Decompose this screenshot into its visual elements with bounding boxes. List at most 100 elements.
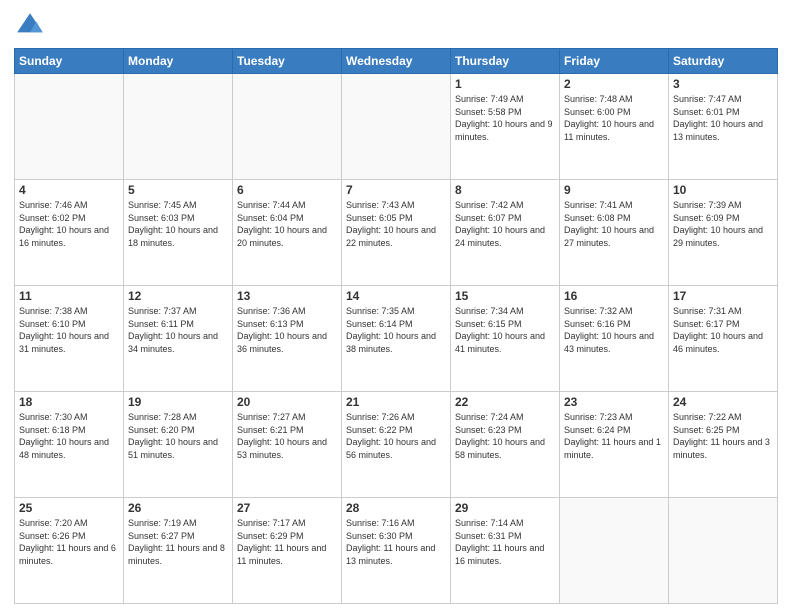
day-number: 21 — [346, 395, 446, 409]
calendar-table: SundayMondayTuesdayWednesdayThursdayFrid… — [14, 48, 778, 604]
day-info: Sunrise: 7:20 AM Sunset: 6:26 PM Dayligh… — [19, 517, 119, 567]
calendar-cell: 7 Sunrise: 7:43 AM Sunset: 6:05 PM Daylig… — [342, 180, 451, 286]
calendar-cell: 29 Sunrise: 7:14 AM Sunset: 6:31 PM Dayli… — [451, 498, 560, 604]
day-number: 9 — [564, 183, 664, 197]
day-number: 14 — [346, 289, 446, 303]
day-info: Sunrise: 7:49 AM Sunset: 5:58 PM Dayligh… — [455, 93, 555, 143]
calendar-cell: 1 Sunrise: 7:49 AM Sunset: 5:58 PM Daylig… — [451, 74, 560, 180]
day-info: Sunrise: 7:38 AM Sunset: 6:10 PM Dayligh… — [19, 305, 119, 355]
calendar-day-header: Friday — [560, 49, 669, 74]
day-info: Sunrise: 7:26 AM Sunset: 6:22 PM Dayligh… — [346, 411, 446, 461]
calendar-day-header: Wednesday — [342, 49, 451, 74]
calendar-cell: 23 Sunrise: 7:23 AM Sunset: 6:24 PM Dayli… — [560, 392, 669, 498]
day-number: 3 — [673, 77, 773, 91]
day-number: 19 — [128, 395, 228, 409]
calendar-week-row: 18 Sunrise: 7:30 AM Sunset: 6:18 PM Dayli… — [15, 392, 778, 498]
calendar-cell: 27 Sunrise: 7:17 AM Sunset: 6:29 PM Dayli… — [233, 498, 342, 604]
day-number: 16 — [564, 289, 664, 303]
day-number: 10 — [673, 183, 773, 197]
day-info: Sunrise: 7:37 AM Sunset: 6:11 PM Dayligh… — [128, 305, 228, 355]
day-number: 23 — [564, 395, 664, 409]
day-info: Sunrise: 7:46 AM Sunset: 6:02 PM Dayligh… — [19, 199, 119, 249]
calendar-cell: 17Sunrise: 7:31 AM Sunset: 6:17 PM Dayli… — [669, 286, 778, 392]
day-number: 29 — [455, 501, 555, 515]
day-info: Sunrise: 7:17 AM Sunset: 6:29 PM Dayligh… — [237, 517, 337, 567]
day-number: 24 — [673, 395, 773, 409]
day-info: Sunrise: 7:41 AM Sunset: 6:08 PM Dayligh… — [564, 199, 664, 249]
day-info: Sunrise: 7:19 AM Sunset: 6:27 PM Dayligh… — [128, 517, 228, 567]
calendar-day-header: Monday — [124, 49, 233, 74]
day-info: Sunrise: 7:34 AM Sunset: 6:15 PM Dayligh… — [455, 305, 555, 355]
calendar-cell: 15 Sunrise: 7:34 AM Sunset: 6:15 PM Dayli… — [451, 286, 560, 392]
calendar-day-header: Saturday — [669, 49, 778, 74]
calendar-week-row: 1 Sunrise: 7:49 AM Sunset: 5:58 PM Daylig… — [15, 74, 778, 180]
day-number: 2 — [564, 77, 664, 91]
calendar-cell: 14Sunrise: 7:35 AM Sunset: 6:14 PM Dayli… — [342, 286, 451, 392]
day-number: 8 — [455, 183, 555, 197]
day-info: Sunrise: 7:39 AM Sunset: 6:09 PM Dayligh… — [673, 199, 773, 249]
day-number: 4 — [19, 183, 119, 197]
day-info: Sunrise: 7:24 AM Sunset: 6:23 PM Dayligh… — [455, 411, 555, 461]
day-number: 27 — [237, 501, 337, 515]
day-number: 25 — [19, 501, 119, 515]
day-info: Sunrise: 7:23 AM Sunset: 6:24 PM Dayligh… — [564, 411, 664, 461]
day-info: Sunrise: 7:47 AM Sunset: 6:01 PM Dayligh… — [673, 93, 773, 143]
calendar-cell: 16Sunrise: 7:32 AM Sunset: 6:16 PM Dayli… — [560, 286, 669, 392]
day-info: Sunrise: 7:48 AM Sunset: 6:00 PM Dayligh… — [564, 93, 664, 143]
header — [14, 10, 778, 42]
day-number: 26 — [128, 501, 228, 515]
calendar-week-row: 25 Sunrise: 7:20 AM Sunset: 6:26 PM Dayli… — [15, 498, 778, 604]
calendar-cell: 11 Sunrise: 7:38 AM Sunset: 6:10 PM Dayli… — [15, 286, 124, 392]
calendar-cell — [233, 74, 342, 180]
calendar-week-row: 4 Sunrise: 7:46 AM Sunset: 6:02 PM Daylig… — [15, 180, 778, 286]
calendar-cell: 9 Sunrise: 7:41 AM Sunset: 6:08 PM Daylig… — [560, 180, 669, 286]
calendar-cell: 12 Sunrise: 7:37 AM Sunset: 6:11 PM Dayli… — [124, 286, 233, 392]
calendar-cell — [669, 498, 778, 604]
page: SundayMondayTuesdayWednesdayThursdayFrid… — [0, 0, 792, 612]
logo — [14, 10, 50, 42]
calendar-cell: 10 Sunrise: 7:39 AM Sunset: 6:09 PM Dayli… — [669, 180, 778, 286]
calendar-cell: 3 Sunrise: 7:47 AM Sunset: 6:01 PM Daylig… — [669, 74, 778, 180]
day-number: 1 — [455, 77, 555, 91]
calendar-day-header: Tuesday — [233, 49, 342, 74]
calendar-cell: 26 Sunrise: 7:19 AM Sunset: 6:27 PM Dayli… — [124, 498, 233, 604]
calendar-cell — [124, 74, 233, 180]
calendar-cell: 4 Sunrise: 7:46 AM Sunset: 6:02 PM Daylig… — [15, 180, 124, 286]
calendar-cell: 24 Sunrise: 7:22 AM Sunset: 6:25 PM Dayli… — [669, 392, 778, 498]
day-info: Sunrise: 7:43 AM Sunset: 6:05 PM Dayligh… — [346, 199, 446, 249]
calendar-cell: 21 Sunrise: 7:26 AM Sunset: 6:22 PM Dayli… — [342, 392, 451, 498]
day-number: 17 — [673, 289, 773, 303]
day-number: 18 — [19, 395, 119, 409]
day-info: Sunrise: 7:28 AM Sunset: 6:20 PM Dayligh… — [128, 411, 228, 461]
calendar-cell: 2 Sunrise: 7:48 AM Sunset: 6:00 PM Daylig… — [560, 74, 669, 180]
day-number: 12 — [128, 289, 228, 303]
day-info: Sunrise: 7:16 AM Sunset: 6:30 PM Dayligh… — [346, 517, 446, 567]
day-number: 15 — [455, 289, 555, 303]
day-info: Sunrise: 7:30 AM Sunset: 6:18 PM Dayligh… — [19, 411, 119, 461]
calendar-cell: 25 Sunrise: 7:20 AM Sunset: 6:26 PM Dayli… — [15, 498, 124, 604]
calendar-cell: 28Sunrise: 7:16 AM Sunset: 6:30 PM Dayli… — [342, 498, 451, 604]
day-number: 13 — [237, 289, 337, 303]
calendar-cell — [342, 74, 451, 180]
calendar-cell: 18 Sunrise: 7:30 AM Sunset: 6:18 PM Dayli… — [15, 392, 124, 498]
calendar-cell: 8 Sunrise: 7:42 AM Sunset: 6:07 PM Daylig… — [451, 180, 560, 286]
calendar-cell: 6Sunrise: 7:44 AM Sunset: 6:04 PM Daylig… — [233, 180, 342, 286]
day-info: Sunrise: 7:27 AM Sunset: 6:21 PM Dayligh… — [237, 411, 337, 461]
calendar-cell: 5Sunrise: 7:45 AM Sunset: 6:03 PM Daylig… — [124, 180, 233, 286]
calendar-cell — [560, 498, 669, 604]
day-number: 20 — [237, 395, 337, 409]
day-info: Sunrise: 7:36 AM Sunset: 6:13 PM Dayligh… — [237, 305, 337, 355]
calendar-cell: 20 Sunrise: 7:27 AM Sunset: 6:21 PM Dayli… — [233, 392, 342, 498]
calendar-cell: 19 Sunrise: 7:28 AM Sunset: 6:20 PM Dayli… — [124, 392, 233, 498]
calendar-header-row: SundayMondayTuesdayWednesdayThursdayFrid… — [15, 49, 778, 74]
day-info: Sunrise: 7:22 AM Sunset: 6:25 PM Dayligh… — [673, 411, 773, 461]
day-number: 7 — [346, 183, 446, 197]
day-info: Sunrise: 7:14 AM Sunset: 6:31 PM Dayligh… — [455, 517, 555, 567]
logo-icon — [14, 10, 46, 42]
day-number: 5 — [128, 183, 228, 197]
calendar-cell: 13 Sunrise: 7:36 AM Sunset: 6:13 PM Dayli… — [233, 286, 342, 392]
day-number: 11 — [19, 289, 119, 303]
day-info: Sunrise: 7:42 AM Sunset: 6:07 PM Dayligh… — [455, 199, 555, 249]
day-number: 22 — [455, 395, 555, 409]
day-info: Sunrise: 7:44 AM Sunset: 6:04 PM Dayligh… — [237, 199, 337, 249]
